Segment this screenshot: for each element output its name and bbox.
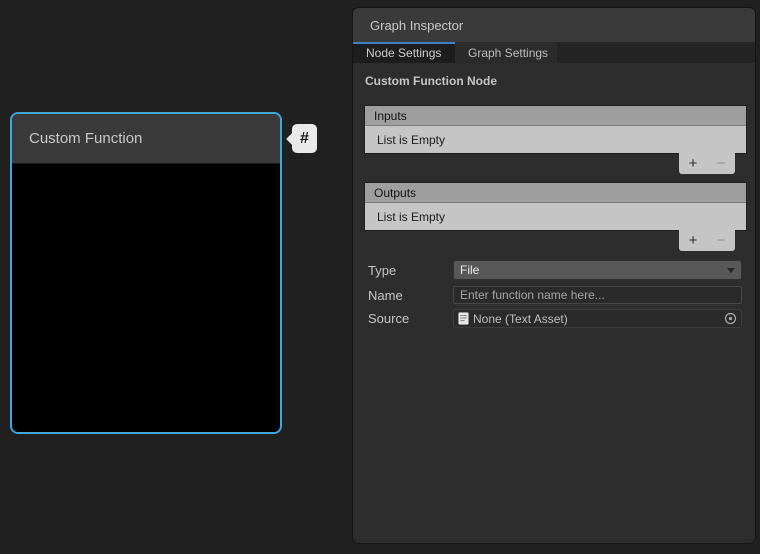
node-title-bar[interactable]: Custom Function [12, 114, 280, 164]
outputs-list-header: Outputs [365, 183, 746, 203]
type-label: Type [368, 263, 396, 278]
source-row: Source None (Text Asset) [368, 308, 742, 328]
text-asset-icon [458, 312, 469, 325]
outputs-add-button[interactable]: + [682, 230, 704, 251]
outputs-header-label: Outputs [374, 186, 416, 200]
inputs-empty-row: List is Empty [365, 126, 746, 153]
graph-inspector-panel: Graph Inspector Node Settings Graph Sett… [353, 8, 755, 543]
section-title: Custom Function Node [365, 74, 497, 88]
outputs-remove-button[interactable]: − [710, 230, 732, 251]
inputs-header-label: Inputs [374, 109, 407, 123]
panel-title: Graph Inspector [370, 18, 463, 33]
tab-node-settings[interactable]: Node Settings [353, 42, 455, 63]
name-row: Name [368, 285, 742, 305]
object-picker-icon[interactable] [724, 312, 737, 325]
inputs-remove-button[interactable]: − [710, 153, 732, 174]
inputs-list-footer: + − [679, 153, 735, 174]
type-dropdown-value: File [460, 263, 479, 277]
custom-function-node[interactable]: Custom Function [10, 112, 282, 434]
panel-header[interactable]: Graph Inspector [353, 8, 755, 42]
tab-graph-settings-label: Graph Settings [468, 46, 548, 60]
type-dropdown[interactable]: File [453, 260, 742, 280]
hash-glyph: # [300, 130, 309, 148]
function-name-input[interactable] [453, 286, 742, 304]
inputs-empty-label: List is Empty [377, 133, 445, 147]
tab-graph-settings[interactable]: Graph Settings [455, 42, 557, 63]
source-object-value: None (Text Asset) [473, 312, 568, 326]
outputs-empty-label: List is Empty [377, 210, 445, 224]
outputs-list-footer: + − [679, 230, 735, 251]
inputs-add-button[interactable]: + [682, 153, 704, 174]
source-label: Source [368, 311, 409, 326]
source-object-field[interactable]: None (Text Asset) [453, 309, 742, 328]
type-row: Type File [368, 260, 742, 280]
inspector-tabstrip: Node Settings Graph Settings [353, 42, 755, 63]
shader-graph-window: { "colors": { "canvas-bg": "#202020", "p… [0, 0, 760, 554]
name-label: Name [368, 288, 403, 303]
inputs-list: Inputs List is Empty + − [365, 106, 746, 174]
outputs-list: Outputs List is Empty + − [365, 183, 746, 251]
tab-node-settings-label: Node Settings [366, 46, 441, 60]
inputs-list-header: Inputs [365, 106, 746, 126]
precision-hash-badge-icon: # [292, 124, 317, 153]
outputs-empty-row: List is Empty [365, 203, 746, 230]
chevron-down-icon [727, 268, 735, 273]
node-title-label: Custom Function [29, 130, 142, 147]
